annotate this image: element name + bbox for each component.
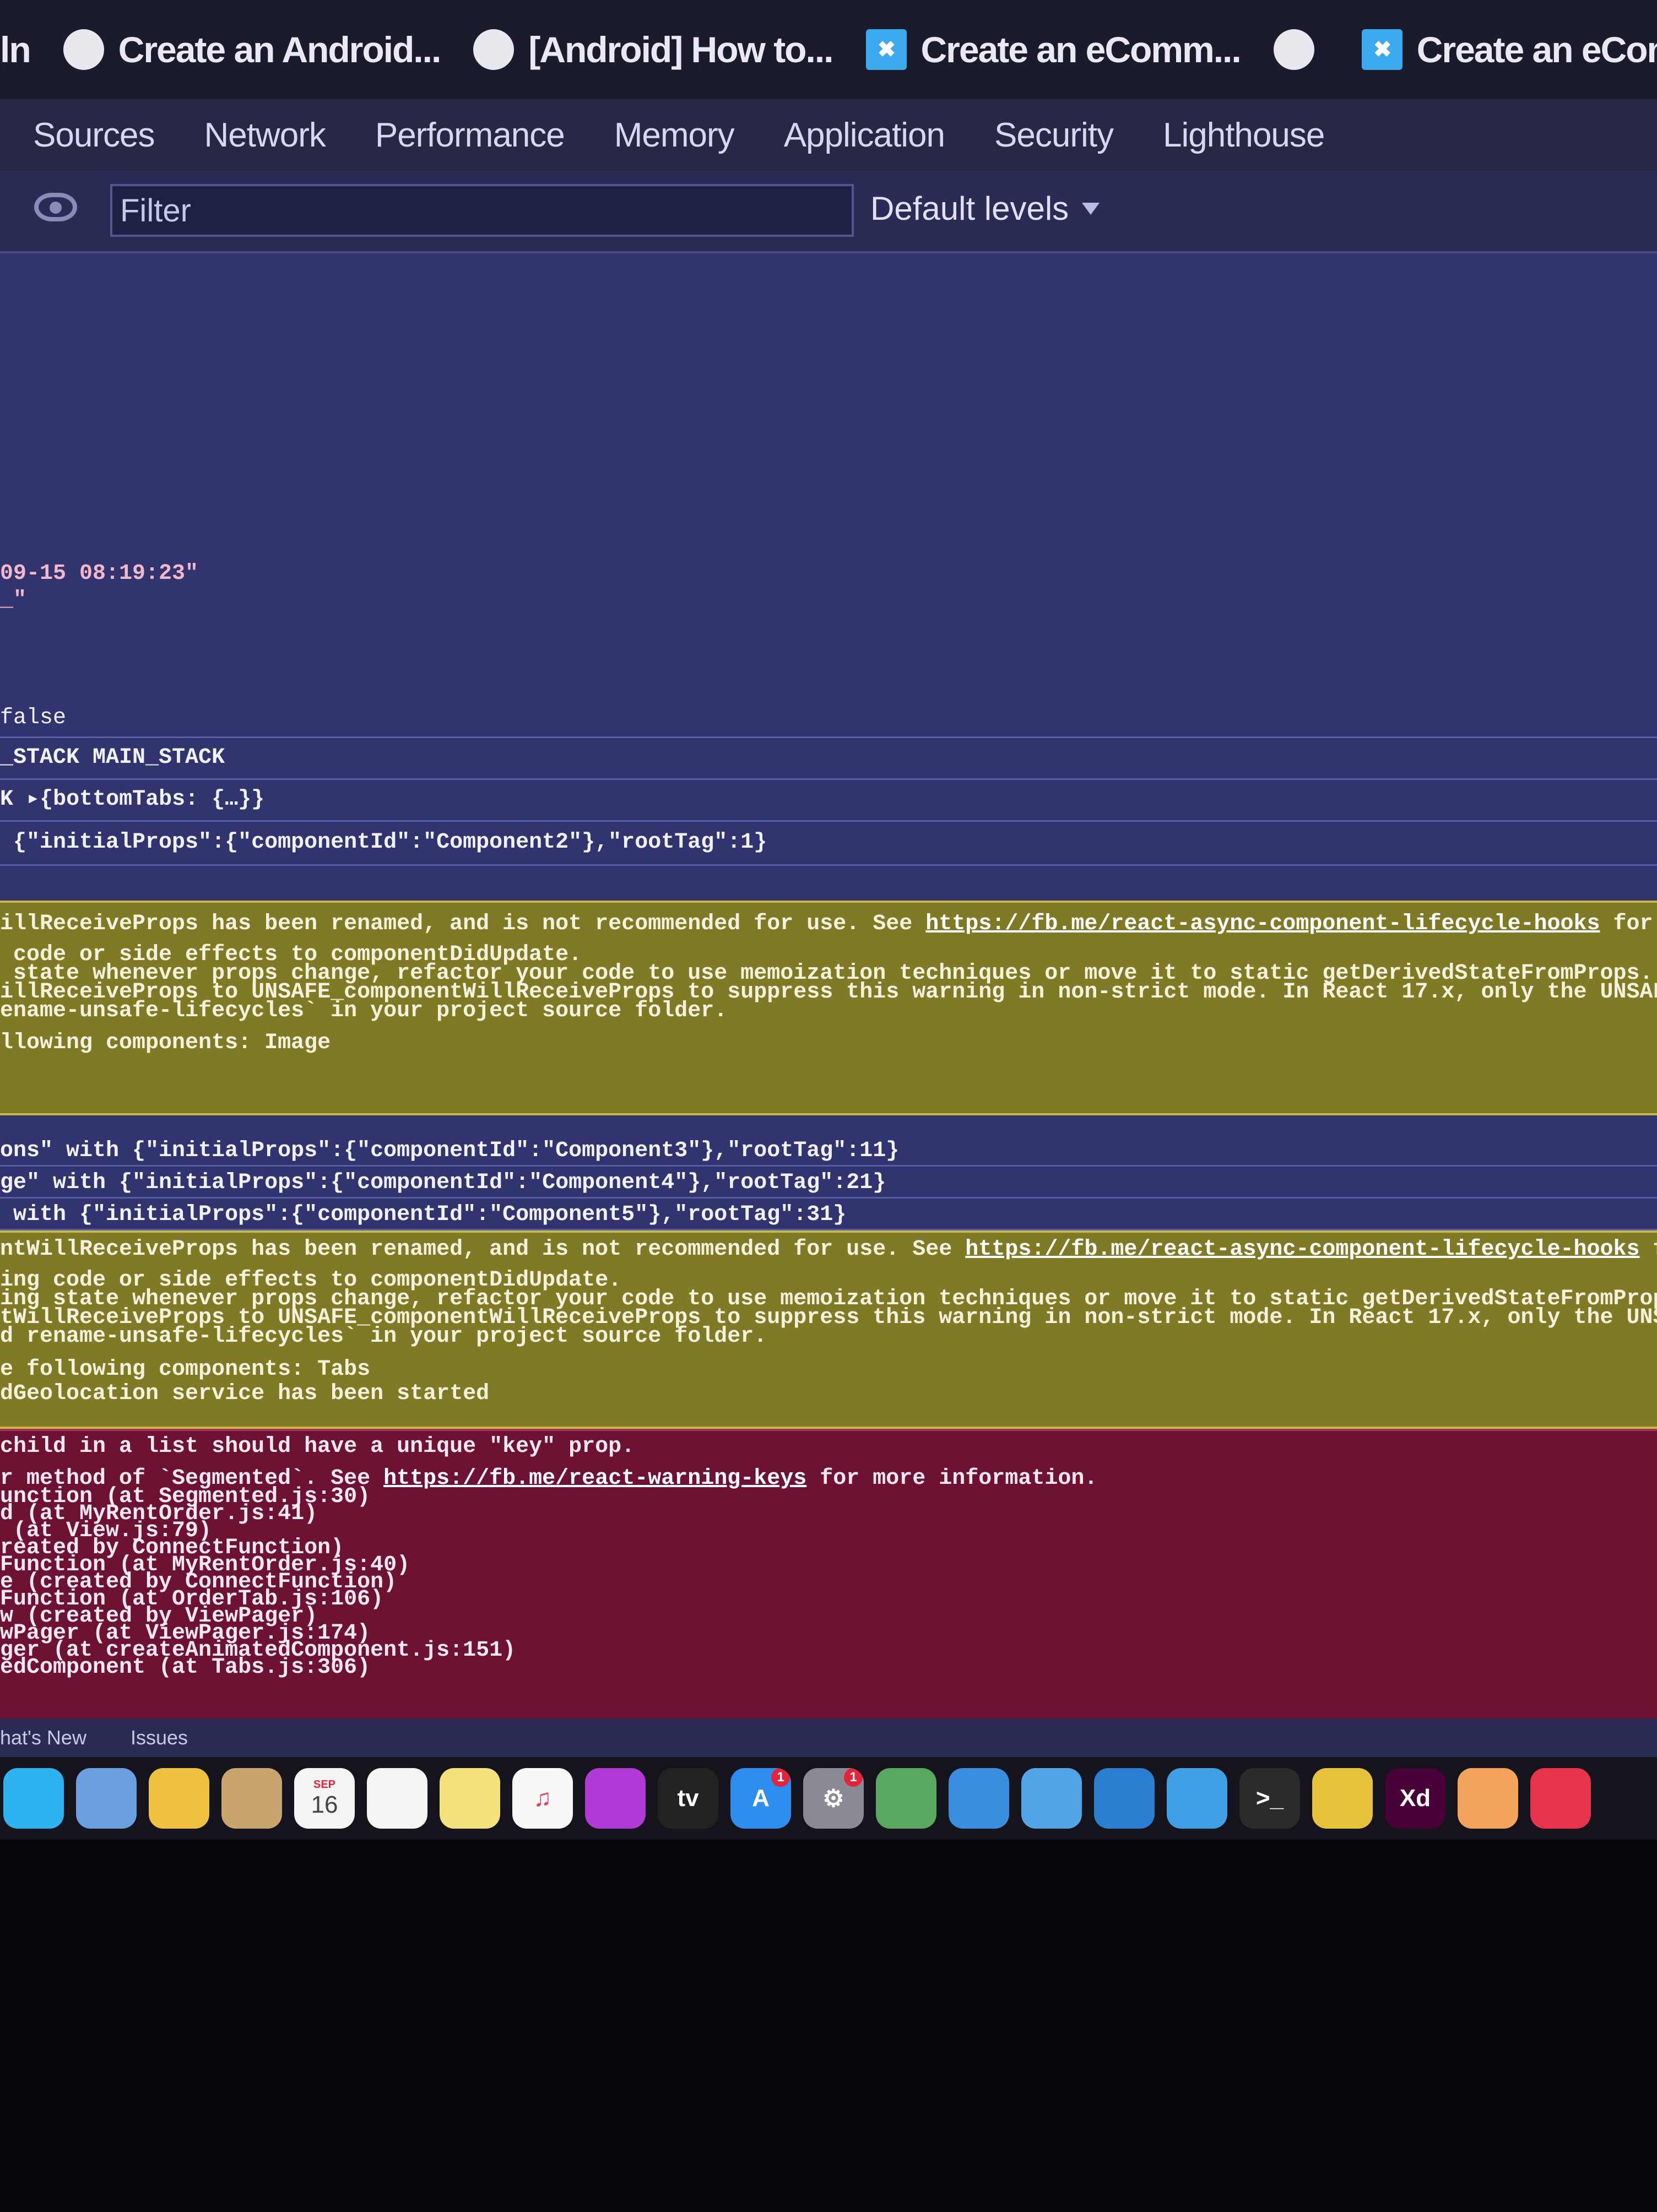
globe-icon (1273, 29, 1314, 70)
apple-tv-icon[interactable]: tv (658, 1768, 718, 1829)
console-log-row: ge" with {"initialProps":{"componentId":… (0, 1167, 1657, 1199)
browser-tab[interactable]: ln (0, 29, 31, 71)
chrome-icon[interactable] (1312, 1768, 1373, 1829)
music-icon[interactable]: ♫ (512, 1768, 573, 1829)
messages-icon[interactable] (3, 1768, 64, 1829)
podcasts-icon[interactable] (585, 1768, 646, 1829)
figma-icon: ✖ (865, 29, 907, 70)
chevron-down-icon (1082, 202, 1100, 215)
console-toolbar: Default levels (0, 171, 1657, 253)
dock-icon-label: tv (677, 1785, 699, 1812)
github-icon (473, 29, 515, 70)
xcode-icon[interactable] (949, 1768, 1009, 1829)
console-output: 09-15 08:19:23" _" false _STACK MAIN_STA… (0, 253, 1657, 1718)
calendar-month: SEP (313, 1778, 336, 1791)
browser-tab[interactable]: ✖ Create an eComm... (1361, 29, 1657, 71)
console-log-row: ons" with {"initialProps":{"componentId"… (0, 1135, 1657, 1167)
browser-tab[interactable] (1273, 29, 1329, 70)
warning-line: illReceiveProps has been renamed, and is… (0, 912, 1653, 936)
browser-tab-label: Create an eComm... (920, 29, 1242, 70)
browser-tab-label: [Android] How to... (528, 29, 833, 70)
warning-message: illReceiveProps has been renamed, and is… (0, 901, 1657, 1115)
warning-line: llowing components: Image (0, 1031, 331, 1055)
devtools-screen: ln Create an Android... [Android] How to..… (0, 0, 1657, 1840)
console-timestamp-line-2: _" (0, 588, 27, 612)
react-warning-keys-link[interactable]: https://fb.me/react-warning-keys (383, 1466, 806, 1491)
dock-icon-label: A (752, 1785, 770, 1812)
browser-tab[interactable]: ✖ Create an eComm... (865, 29, 1242, 71)
tab-performance[interactable]: Performance (375, 116, 565, 155)
eye-icon[interactable] (34, 193, 77, 221)
browser-tab-label: Create an Android... (118, 29, 442, 70)
lifecycle-hooks-link[interactable]: https://fb.me/react-async-component-life… (925, 912, 1600, 936)
browser-tab-strip: ln Create an Android... [Android] How to..… (0, 0, 1657, 99)
warning-line: d rename-unsafe-lifecycles` in your proj… (0, 1324, 767, 1349)
android-studio-icon[interactable] (876, 1768, 936, 1829)
notes-icon[interactable] (440, 1768, 500, 1829)
contacts-icon[interactable] (221, 1768, 282, 1829)
dock-icon-label: ⚙ (822, 1785, 844, 1812)
reminders-icon[interactable] (367, 1768, 427, 1829)
dock-icon-label: 16 (311, 1791, 338, 1818)
error-message: child in a list should have a unique "ke… (0, 1429, 1657, 1718)
adobe-xd-icon[interactable]: Xd (1385, 1768, 1445, 1829)
error-line: child in a list should have a unique "ke… (0, 1434, 635, 1459)
console-log-row: false (0, 700, 1657, 738)
notification-badge: 1 (771, 1768, 790, 1787)
filter-input[interactable] (110, 184, 854, 237)
tab-sources[interactable]: Sources (33, 116, 155, 155)
creative-cloud-icon[interactable] (1530, 1768, 1591, 1829)
lifecycle-hooks-link[interactable]: https://fb.me/react-async-component-life… (965, 1237, 1639, 1262)
devtools-panel-tabs: Sources Network Performance Memory Applicati… (0, 99, 1657, 171)
notification-badge: 1 (844, 1768, 863, 1787)
stack-frame: d (at MyRentOrder.js:41) (0, 1501, 318, 1526)
tab-network[interactable]: Network (204, 116, 326, 155)
photos-icon[interactable] (149, 1768, 209, 1829)
warning-line: ntWillReceiveProps has been renamed, and… (0, 1237, 1657, 1262)
default-levels-dropdown[interactable]: Default levels (870, 189, 1100, 227)
browser-tab[interactable]: [Android] How to... (473, 29, 834, 71)
drawer-tab[interactable]: hat's New (0, 1726, 86, 1749)
tab-security[interactable]: Security (994, 116, 1114, 155)
warning-message: ntWillReceiveProps has been renamed, and… (0, 1230, 1657, 1429)
macos-dock: SEP 16 ♫ tv A 1 ⚙ 1 >_ Xd (0, 1757, 1657, 1840)
app-store-icon[interactable]: A1 (730, 1768, 791, 1829)
dock-icon-label: >_ (1255, 1785, 1284, 1812)
monitor-bezel (0, 1840, 1657, 2212)
tab-lighthouse[interactable]: Lighthouse (1163, 116, 1325, 155)
figma-icon: ✖ (1361, 29, 1403, 70)
finder-icon[interactable] (76, 1768, 137, 1829)
system-preferences-icon[interactable]: ⚙ 1 (803, 1768, 864, 1829)
folder-icon[interactable] (1021, 1768, 1082, 1829)
warning-line: dGeolocation service has been started (0, 1381, 490, 1406)
drawer-tab[interactable]: Issues (131, 1726, 188, 1749)
console-log-row: _STACK MAIN_STACK (0, 738, 1657, 780)
console-log-row: {"initialProps":{"componentId":"Componen… (0, 822, 1657, 866)
tab-application[interactable]: Application (784, 116, 945, 155)
console-log-row: with {"initialProps":{"componentId":"Com… (0, 1199, 1657, 1230)
dock-icon-label: Xd (1399, 1785, 1431, 1812)
console-timestamp-line: 09-15 08:19:23" (0, 561, 199, 586)
warning-line: e following components: Tabs (0, 1357, 371, 1382)
vscode-icon[interactable] (1094, 1768, 1155, 1829)
warning-line: ename-unsafe-lifecycles` in your project… (0, 999, 728, 1023)
github-icon (63, 29, 104, 70)
simulator-icon[interactable] (1167, 1768, 1227, 1829)
browser-tab-label: Create an eComm... (1416, 29, 1657, 70)
default-levels-label: Default levels (870, 190, 1069, 227)
console-log-row[interactable]: K ▸{bottomTabs: {…}} (0, 780, 1657, 822)
browser-tab[interactable]: Create an Android... (63, 29, 441, 71)
drawer-tabs: hat's New Issues (0, 1718, 1657, 1757)
calendar-icon[interactable]: SEP 16 (294, 1768, 355, 1829)
browser-tab-label: ln (0, 29, 31, 70)
terminal-icon[interactable]: >_ (1239, 1768, 1300, 1829)
dock-icon-label: ♫ (533, 1785, 552, 1812)
tab-memory[interactable]: Memory (614, 116, 735, 155)
error-stack-trace: unction (at Segmented.js:30) d (at MyRent… (0, 1486, 1657, 1680)
sketch-pen-icon[interactable] (1458, 1768, 1518, 1829)
stack-frame: edComponent (at Tabs.js:306) (0, 1655, 371, 1680)
